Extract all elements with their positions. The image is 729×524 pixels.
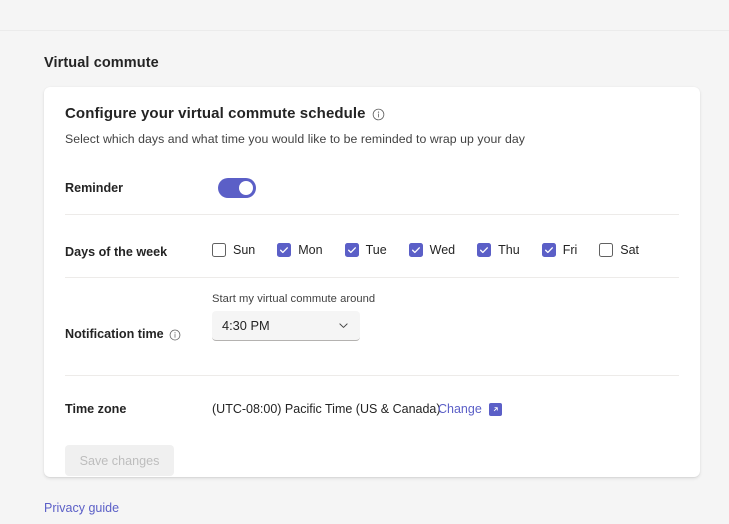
notification-time-label: Notification time bbox=[65, 327, 182, 341]
day-checkbox-sun[interactable]: Sun bbox=[212, 243, 255, 257]
info-icon[interactable] bbox=[372, 108, 385, 121]
day-checkbox-tue[interactable]: Tue bbox=[344, 243, 387, 257]
reminder-label: Reminder bbox=[65, 181, 124, 195]
divider bbox=[65, 375, 679, 376]
time-zone-change-link[interactable]: Change bbox=[438, 402, 502, 416]
card-heading-label: Configure your virtual commute schedule bbox=[65, 105, 366, 122]
day-label-wed: Wed bbox=[429, 243, 456, 257]
save-changes-button[interactable]: Save changes bbox=[65, 445, 174, 476]
divider bbox=[65, 277, 679, 278]
notification-time-row: Notification time Start my virtual commu… bbox=[65, 293, 679, 373]
checkbox-tue-box[interactable] bbox=[344, 243, 359, 257]
days-checkbox-group: Sun Mon Tue Wed Thu Fri Sat bbox=[212, 243, 639, 257]
day-label-sun: Sun bbox=[233, 243, 256, 257]
external-link-icon bbox=[488, 402, 502, 416]
time-zone-value: (UTC-08:00) Pacific Time (US & Canada) bbox=[212, 402, 441, 416]
notification-time-field: Start my virtual commute around 4:30 PM bbox=[212, 293, 375, 341]
days-of-week-label: Days of the week bbox=[65, 245, 168, 259]
privacy-guide-link[interactable]: Privacy guide bbox=[44, 501, 119, 515]
checkbox-wed-box[interactable] bbox=[408, 243, 423, 257]
day-checkbox-mon[interactable]: Mon bbox=[277, 243, 323, 257]
card-inner: Configure your virtual commute schedule … bbox=[65, 87, 679, 477]
reminder-toggle-knob bbox=[239, 181, 253, 195]
checkbox-sat-box[interactable] bbox=[599, 243, 614, 257]
divider bbox=[65, 214, 679, 215]
notification-time-value: 4:30 PM bbox=[222, 318, 270, 333]
time-zone-row: Time zone (UTC-08:00) Pacific Time (US &… bbox=[65, 393, 679, 429]
day-label-tue: Tue bbox=[365, 243, 387, 257]
time-zone-label: Time zone bbox=[65, 402, 127, 416]
time-zone-change-label: Change bbox=[438, 402, 482, 416]
day-checkbox-sat[interactable]: Sat bbox=[599, 243, 639, 257]
day-label-sat: Sat bbox=[620, 243, 640, 257]
card-subtitle: Select which days and what time you woul… bbox=[65, 132, 525, 146]
day-label-mon: Mon bbox=[298, 243, 323, 257]
notification-time-label-text: Notification time bbox=[65, 327, 164, 341]
checkbox-thu-box[interactable] bbox=[477, 243, 492, 257]
notification-time-field-label: Start my virtual commute around bbox=[212, 293, 376, 305]
day-checkbox-fri[interactable]: Fri bbox=[541, 243, 578, 257]
page-title: Virtual commute bbox=[44, 55, 159, 71]
reminder-row: Reminder bbox=[65, 167, 679, 215]
notification-time-dropdown[interactable]: 4:30 PM bbox=[212, 311, 360, 341]
checkbox-mon-box[interactable] bbox=[277, 243, 292, 257]
days-of-week-row: Days of the week Sun Mon Tue Wed Thu Fri… bbox=[65, 235, 679, 275]
card-heading: Configure your virtual commute schedule bbox=[65, 105, 385, 122]
page-content: Virtual commute Configure your virtual c… bbox=[0, 31, 729, 524]
checkbox-sun-box[interactable] bbox=[212, 243, 226, 257]
day-label-thu: Thu bbox=[498, 243, 520, 257]
app-page: Virtual commute Configure your virtual c… bbox=[0, 0, 729, 524]
info-icon[interactable] bbox=[169, 329, 182, 342]
day-checkbox-wed[interactable]: Wed bbox=[408, 243, 456, 257]
top-bar bbox=[0, 0, 729, 31]
chevron-down-icon bbox=[337, 319, 350, 332]
day-label-fri: Fri bbox=[562, 243, 578, 257]
reminder-toggle[interactable] bbox=[218, 178, 256, 198]
virtual-commute-card: Configure your virtual commute schedule … bbox=[44, 87, 700, 477]
day-checkbox-thu[interactable]: Thu bbox=[477, 243, 520, 257]
checkbox-fri-box[interactable] bbox=[541, 243, 556, 257]
